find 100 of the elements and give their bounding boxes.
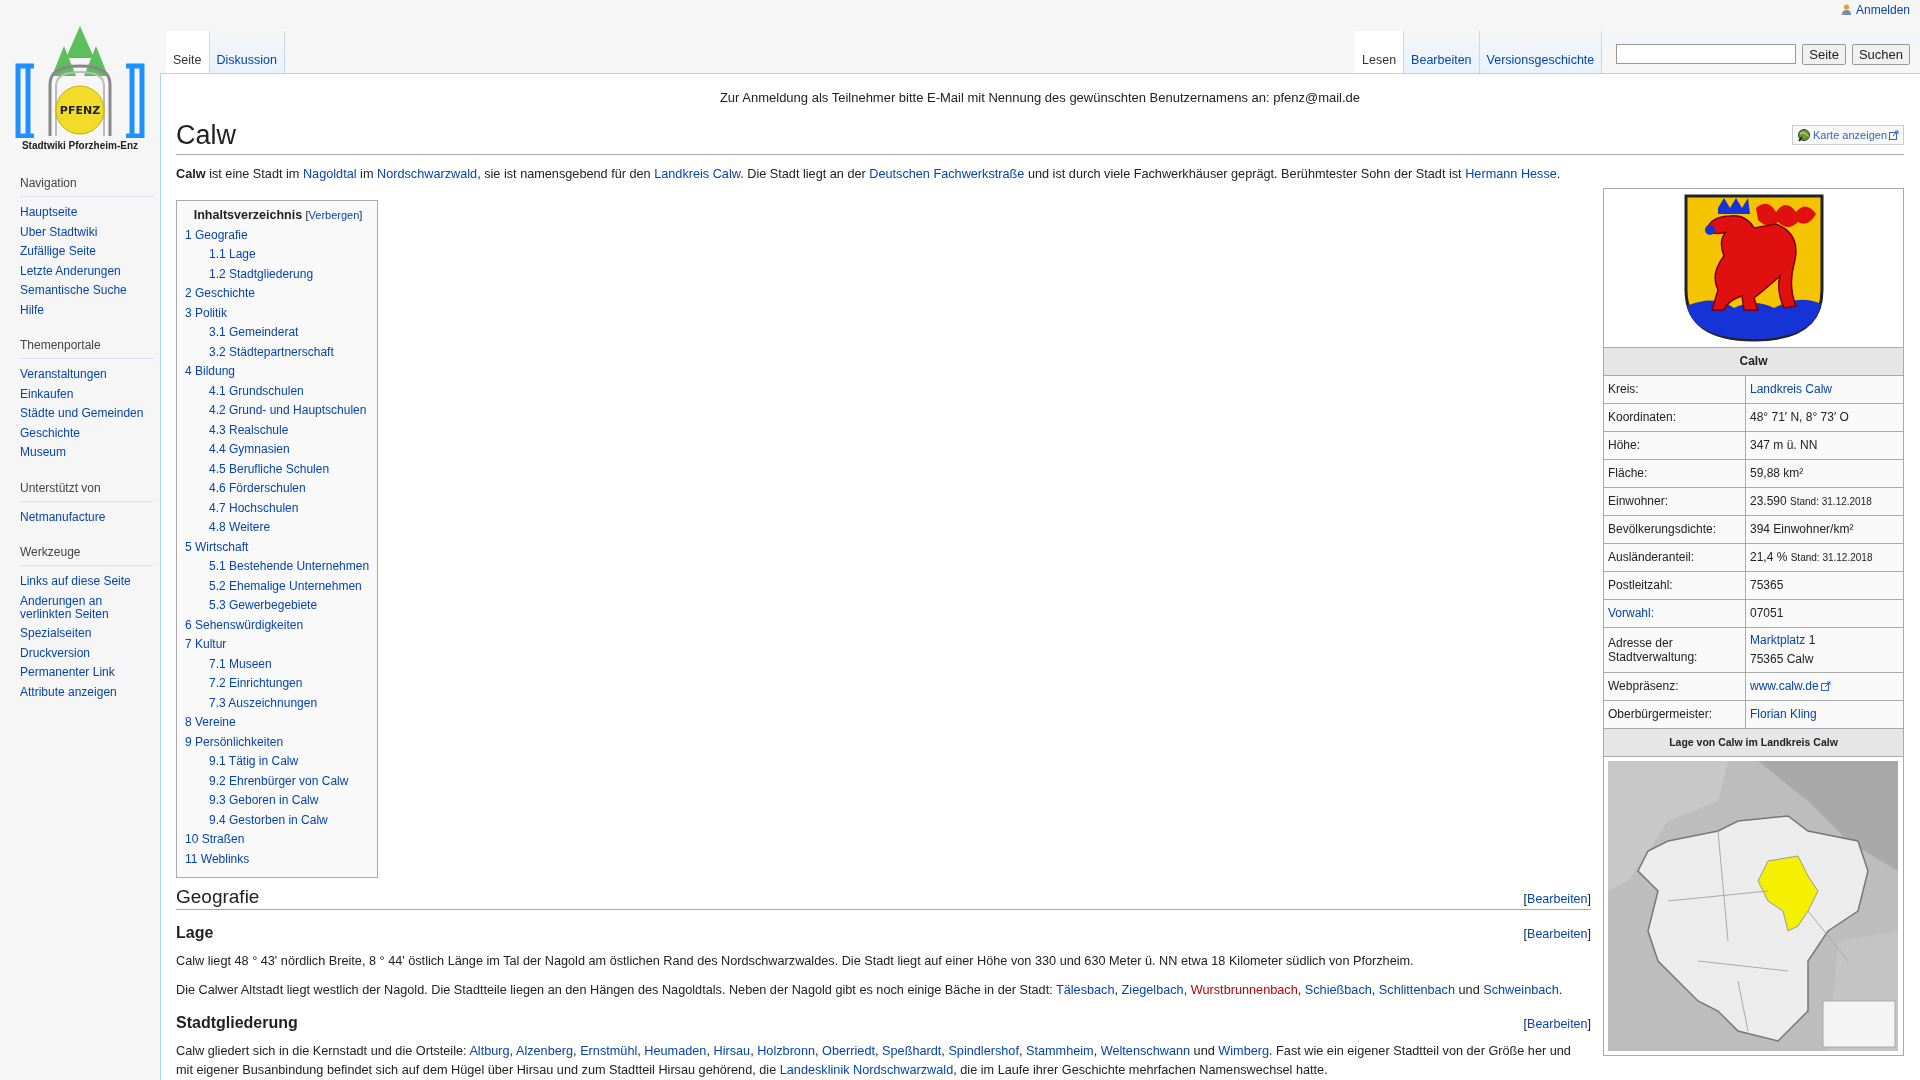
toc-link[interactable]: 4.1 Grundschulen xyxy=(185,381,370,401)
toc-link[interactable]: 1 Geografie xyxy=(185,225,370,245)
field-value: 394 Einwohner/km² xyxy=(1750,520,1855,538)
sidebar-link[interactable]: Museum xyxy=(20,443,154,463)
toc-link[interactable]: 8 Vereine xyxy=(185,713,370,733)
toc-link[interactable]: 3.2 Städtepartnerschaft xyxy=(185,342,370,362)
edit-link[interactable]: [Bearbeiten] xyxy=(1523,1017,1591,1031)
toc-link[interactable]: 4.6 Förderschulen xyxy=(185,479,370,499)
toc-link[interactable]: 5.1 Bestehende Unternehmen xyxy=(185,557,370,577)
sidebar-link[interactable]: Druckversion xyxy=(20,643,154,663)
sidebar-link[interactable]: Zufällige Seite xyxy=(20,242,154,262)
edit-link[interactable]: [Bearbeiten] xyxy=(1523,927,1591,941)
sidebar-link[interactable]: Einkaufen xyxy=(20,384,154,404)
field-label: Webpräsenz: xyxy=(1608,679,1679,693)
toc-title: Inhaltsverzeichnis xyxy=(193,207,303,222)
user-icon xyxy=(1841,4,1851,16)
sidebar-link[interactable]: Attribute anzeigen xyxy=(20,682,154,702)
field-label: Oberbürgermeister: xyxy=(1608,707,1713,721)
sidebar-heading: Werkzeuge xyxy=(20,537,154,566)
field-value: 347 m ü. NN xyxy=(1750,436,1819,454)
tab[interactable]: Seite xyxy=(166,31,210,74)
field-label: Fläche: xyxy=(1608,466,1648,480)
toc-link[interactable]: 4.8 Weitere xyxy=(185,518,370,538)
search-field[interactable] xyxy=(1616,44,1797,65)
sidebar-heading: Unterstützt von xyxy=(20,472,154,502)
toc-link[interactable]: 5.2 Ehemalige Unternehmen xyxy=(185,576,370,596)
link[interactable]: Hermann Hesse xyxy=(1465,166,1557,181)
search-button[interactable]: Suchen xyxy=(1851,44,1910,66)
logo-caption: Stadtwiki Pforzheim-Enz xyxy=(21,140,139,151)
field-value: 21,4 % Stand: 31.12.2018 xyxy=(1750,548,1874,566)
field-value: 75365 Calw xyxy=(1750,650,1815,668)
sidebar-link[interactable]: Permanenter Link xyxy=(20,663,154,683)
toc-link[interactable]: 9 Persönlichkeiten xyxy=(185,732,370,752)
toc-link[interactable]: 3.1 Gemeinderat xyxy=(185,323,370,343)
intro-paragraph: Calw ist eine Stadt im Nagoldtal im Nordschwarzwald, sie ist namensgebend für den Landkreis Calw. Die Stadt liegt an der Deutschen Fachwerkstraße und ist durch viele Fachwerkhäuser geprägt. Berühmtester Sohn der Stadt ist Hermann Hesse. xyxy=(176,165,1562,183)
toc-link[interactable]: 7 Kultur xyxy=(185,635,370,655)
toc-link[interactable]: 3 Politik xyxy=(185,303,370,323)
show-map-button[interactable]: Karte anzeigen xyxy=(1792,125,1904,146)
toc-link[interactable]: 1.2 Stadtgliederung xyxy=(185,264,370,284)
logo[interactable]: PFENZ xyxy=(12,18,148,138)
site-notice: Zur Anmeldung als Teilnehmer bitte E-Mail mit Nennung des gewünschten Benutzernamens an: pfenz@mail.de xyxy=(718,90,1362,106)
sidebar-link[interactable]: Letzte Anderungen xyxy=(20,261,154,281)
link[interactable]: Tälesbach xyxy=(1056,983,1115,997)
sidebar-link[interactable]: Uber Stadtwiki xyxy=(20,222,154,242)
link[interactable]: Weltenschwann xyxy=(1100,1044,1191,1058)
toc-link[interactable]: 4.7 Hochschulen xyxy=(185,498,370,518)
toc-link[interactable]: 6 Sehenswürdigkeiten xyxy=(185,615,370,635)
link[interactable]: Deutschen Fachwerkstraße xyxy=(869,166,1025,181)
link[interactable]: Schlittenbach xyxy=(1378,983,1456,997)
sidebar-link[interactable]: Spezialseiten xyxy=(20,624,154,644)
tab[interactable]: Lesen xyxy=(1355,31,1405,74)
sidebar-link[interactable]: Netmanufacture xyxy=(20,507,154,527)
edit-link[interactable]: [Bearbeiten] xyxy=(1523,892,1591,906)
field-label: Ausländeranteil: xyxy=(1608,550,1695,564)
link[interactable]: Ziegelbach xyxy=(1121,983,1184,997)
toc-link[interactable]: 1.1 Lage xyxy=(185,245,370,265)
sidebar-link[interactable]: Städte und Gemeinden xyxy=(20,404,154,424)
field-value: Marktplatz 1 xyxy=(1750,631,1817,649)
toc-link[interactable]: 9.4 Gestorben in Calw xyxy=(185,810,370,830)
toc-link[interactable]: 11 Weblinks xyxy=(185,849,370,869)
toc-link[interactable]: 2 Geschichte xyxy=(185,284,370,304)
toc-link[interactable]: 4 Bildung xyxy=(185,362,370,382)
section-heading: Geografie xyxy=(176,886,260,908)
toc-link[interactable]: 5.3 Gewerbegebiete xyxy=(185,596,370,616)
link[interactable]: Nagoldtal xyxy=(302,166,357,181)
toc-link[interactable]: 9.2 Ehrenbürger von Calw xyxy=(185,771,370,791)
toc-link[interactable]: 9.1 Tätig in Calw xyxy=(185,752,370,772)
map-icon xyxy=(1797,128,1811,143)
link[interactable]: Schweinbach xyxy=(1483,983,1559,997)
paragraph: Die Calwer Altstadt liegt westlich der Nagold. Die Stadtteile liegen an den Hängen des Nagoldtals. Neben der Nagold gibt es noch einige Bäche in der Stadt: Tälesbach, Ziegelbach, Wurstbrunnenbach, Schießbach, Schlittenbach und Schweinbach. xyxy=(176,982,1564,999)
toc-link[interactable]: 7.1 Museen xyxy=(185,654,370,674)
missing-page-link[interactable]: Wurstbrunnenbach xyxy=(1190,983,1298,997)
section-heading: Stadtgliederung xyxy=(176,1014,298,1032)
toc-link[interactable]: 9.3 Geboren in Calw xyxy=(185,791,370,811)
sidebar-link[interactable]: Hilfe xyxy=(20,300,154,320)
toc-link[interactable]: 4.3 Realschule xyxy=(185,420,370,440)
sidebar-link[interactable]: Geschichte xyxy=(20,423,154,443)
link[interactable]: Marktplatz xyxy=(1750,632,1806,647)
link[interactable]: Spindlershof xyxy=(948,1044,1019,1058)
toc-link[interactable]: 4.2 Grund- und Hauptschulen xyxy=(185,401,370,421)
sidebar-link[interactable]: Hauptseite xyxy=(20,203,154,223)
search-button[interactable]: Seite xyxy=(1802,44,1846,66)
login-link[interactable]: Anmelden xyxy=(1855,2,1910,17)
toc-link[interactable]: 4.5 Berufliche Schulen xyxy=(185,459,370,479)
toc-link[interactable]: 10 Straßen xyxy=(185,830,370,850)
sidebar-link[interactable]: Anderungen an verlinkten Seiten xyxy=(20,591,154,624)
link[interactable]: Oberriedt xyxy=(822,1044,875,1058)
link[interactable]: Schießbach xyxy=(1304,983,1372,997)
infobox-title: Calw xyxy=(1603,347,1904,375)
sidebar-link[interactable]: Links auf diese Seite xyxy=(20,572,154,592)
toc-link[interactable]: 7.3 Auszeichnungen xyxy=(185,693,370,713)
link[interactable]: Stammheim xyxy=(1025,1044,1094,1058)
toc-link[interactable]: 7.2 Einrichtungen xyxy=(185,674,370,694)
toc-link[interactable]: 4.4 Gymnasien xyxy=(185,440,370,460)
sidebar-link[interactable]: Veranstaltungen xyxy=(20,365,154,385)
sidebar-link[interactable]: Semantische Suche xyxy=(20,281,154,301)
toc-toggle: [Verbergen] xyxy=(305,208,363,221)
link[interactable]: Altburg xyxy=(469,1044,510,1058)
link[interactable]: Vorwahl: xyxy=(1608,606,1655,620)
toc-link[interactable]: 5 Wirtschaft xyxy=(185,537,370,557)
